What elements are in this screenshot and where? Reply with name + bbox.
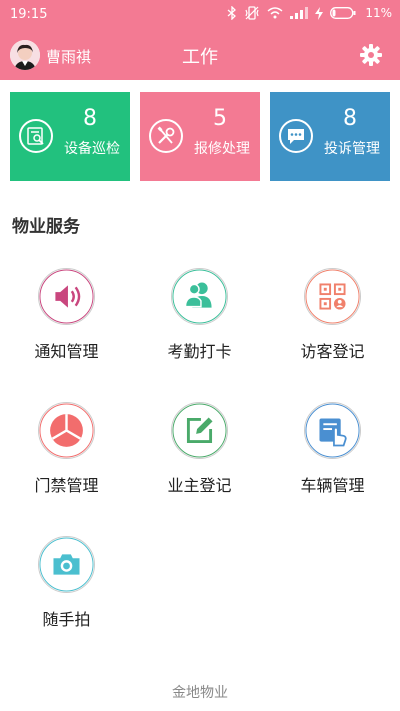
section-title: 物业服务 xyxy=(12,217,80,237)
card-repair-handling[interactable]: 5 报修处理 xyxy=(140,92,260,181)
card-complaint-management[interactable]: 8 投诉管理 xyxy=(270,92,390,181)
gear-icon[interactable] xyxy=(360,44,382,66)
app-header: 曹雨祺 工作 xyxy=(0,30,400,80)
vibrate-icon xyxy=(244,6,260,20)
people-icon xyxy=(171,268,228,325)
battery-percent: 11% xyxy=(365,6,392,20)
card-label: 报修处理 xyxy=(194,141,250,157)
work-page: 19:15 11% 曹雨祺 工作 8 设备巡检 5 报修处理 8 投诉管理 物业… xyxy=(0,0,400,711)
pie-chart-icon xyxy=(38,402,95,459)
service-owner-registration[interactable]: 业主登记 xyxy=(133,402,266,502)
wifi-icon xyxy=(267,7,283,19)
service-access-control[interactable]: 门禁管理 xyxy=(0,402,133,502)
service-label: 业主登记 xyxy=(167,476,232,495)
card-count: 8 xyxy=(343,106,357,131)
page-title: 工作 xyxy=(182,47,218,68)
repair-tools-icon xyxy=(149,119,183,153)
status-bar: 19:15 11% xyxy=(0,0,400,30)
card-device-inspection[interactable]: 8 设备巡检 xyxy=(10,92,130,181)
card-count: 8 xyxy=(83,106,97,131)
battery-icon xyxy=(330,7,356,19)
stat-cards: 8 设备巡检 5 报修处理 8 投诉管理 xyxy=(10,92,390,181)
qr-visitor-icon xyxy=(304,268,361,325)
speaker-icon xyxy=(38,268,95,325)
bluetooth-icon xyxy=(227,6,237,20)
card-label: 设备巡检 xyxy=(64,141,120,157)
service-visitor[interactable]: 访客登记 xyxy=(266,268,399,368)
status-time: 19:15 xyxy=(10,7,48,22)
chat-bubble-icon xyxy=(279,119,313,153)
signal-icon xyxy=(290,7,309,19)
edit-icon xyxy=(171,402,228,459)
service-attendance[interactable]: 考勤打卡 xyxy=(133,268,266,368)
service-label: 随手拍 xyxy=(42,610,91,629)
status-icons: 11% xyxy=(227,6,392,20)
camera-icon xyxy=(38,536,95,593)
footer-brand: 金地物业 xyxy=(172,685,228,701)
service-label: 车辆管理 xyxy=(300,476,365,495)
service-notification[interactable]: 通知管理 xyxy=(0,268,133,368)
service-snapshot[interactable]: 随手拍 xyxy=(0,536,133,636)
service-label: 考勤打卡 xyxy=(167,342,232,361)
service-label: 通知管理 xyxy=(34,342,99,361)
charging-icon xyxy=(315,6,324,20)
card-count: 5 xyxy=(213,106,227,131)
tap-card-icon xyxy=(304,402,361,459)
service-label: 门禁管理 xyxy=(34,476,99,495)
service-vehicle[interactable]: 车辆管理 xyxy=(266,402,399,502)
inspection-icon xyxy=(19,119,53,153)
service-label: 访客登记 xyxy=(300,342,365,361)
card-label: 投诉管理 xyxy=(324,141,380,157)
